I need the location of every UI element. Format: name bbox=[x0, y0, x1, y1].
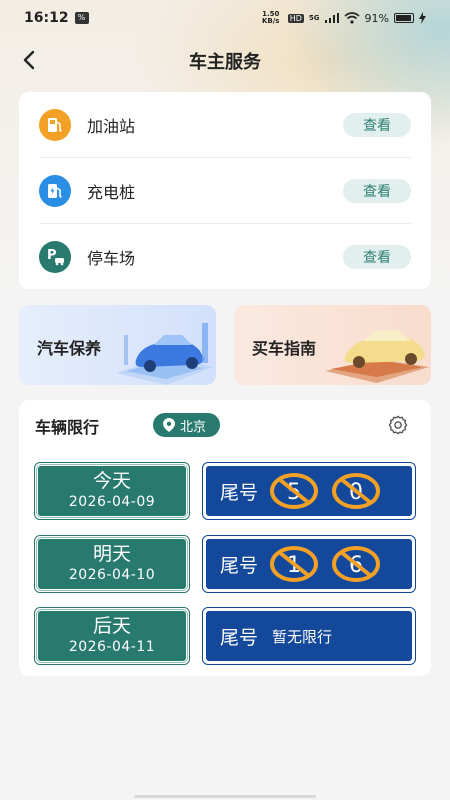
tail-plate-inner: 尾号 暂无限行 bbox=[205, 610, 413, 662]
status-bar: 16:12 % 1.50 KB/s HD 5G 91% bbox=[0, 0, 450, 36]
car-buying-guide-banner[interactable]: 买车指南 bbox=[234, 305, 431, 385]
home-indicator[interactable] bbox=[134, 795, 316, 798]
tomorrow-plate-inner: 明天 2026-04-10 bbox=[37, 538, 187, 590]
today-plate-inner: 今天 2026-04-09 bbox=[37, 465, 187, 517]
day-after-tomorrow-plate-inner: 后天 2026-04-11 bbox=[37, 610, 187, 662]
today-tail-plate: 尾号 5 0 bbox=[202, 462, 416, 520]
wifi-icon bbox=[344, 12, 360, 24]
service-row-parking[interactable]: P 停车场 查看 bbox=[39, 224, 411, 290]
day-after-tomorrow-tail-plate: 尾号 暂无限行 bbox=[202, 607, 416, 665]
signal-icon bbox=[324, 13, 339, 23]
service-label: 加油站 bbox=[87, 116, 136, 136]
city-selector[interactable]: 北京 bbox=[153, 413, 221, 437]
parking-icon: P bbox=[39, 241, 71, 273]
page-title: 车主服务 bbox=[189, 52, 261, 73]
car-maintenance-banner[interactable]: 汽车保养 bbox=[19, 305, 216, 385]
view-gas-station-button[interactable]: 查看 bbox=[343, 112, 411, 137]
tomorrow-plate: 明天 2026-04-10 bbox=[34, 535, 190, 593]
tail-label: 尾号 bbox=[220, 481, 259, 504]
location-pin-icon bbox=[163, 418, 175, 432]
service-label: 停车场 bbox=[87, 249, 136, 268]
network-speed: 1.50 KB/s bbox=[261, 10, 280, 25]
day-date: 2026-04-11 bbox=[68, 639, 156, 655]
day-name: 今天 bbox=[92, 470, 131, 492]
view-charging-pile-button[interactable]: 查看 bbox=[343, 178, 411, 203]
status-indicators: 1.50 KB/s HD 5G 91% bbox=[259, 11, 426, 25]
charging-icon bbox=[419, 12, 426, 24]
notification-icon: % bbox=[74, 12, 89, 24]
restricted-digit-icon: 1 bbox=[270, 546, 319, 582]
hd-icon: HD bbox=[287, 13, 304, 23]
car-maintenance-illustration-icon bbox=[116, 323, 214, 385]
today-plate: 今天 2026-04-09 bbox=[34, 462, 190, 520]
day-name: 明天 bbox=[92, 543, 131, 565]
navigation-bar: 车主服务 bbox=[0, 40, 450, 80]
services-card: 加油站 查看 充电桩 查看 P 停车场 查看 bbox=[19, 92, 431, 289]
gas-station-icon bbox=[39, 108, 71, 141]
day-name: 后天 bbox=[92, 615, 131, 637]
tail-label: 尾号 bbox=[220, 554, 259, 577]
network-type: 5G bbox=[308, 13, 320, 22]
traffic-restriction-card: 车辆限行 北京 今天 2026-04-09 尾号 5 0 bbox=[19, 400, 431, 676]
service-label: 充电桩 bbox=[87, 182, 136, 202]
view-parking-button[interactable]: 查看 bbox=[343, 245, 411, 269]
city-name: 北京 bbox=[180, 419, 207, 435]
tomorrow-tail-plate: 尾号 1 6 bbox=[202, 535, 416, 593]
restricted-digit-icon: 6 bbox=[332, 546, 381, 582]
battery-percent: 91% bbox=[364, 11, 389, 25]
tail-plate-inner: 尾号 1 6 bbox=[205, 538, 413, 590]
restricted-digit-icon: 0 bbox=[332, 473, 381, 509]
charging-pile-icon bbox=[39, 174, 71, 207]
banner-label: 买车指南 bbox=[252, 339, 317, 358]
day-date: 2026-04-10 bbox=[68, 567, 156, 583]
banner-label: 汽车保养 bbox=[37, 339, 102, 358]
restriction-title: 车辆限行 bbox=[35, 418, 100, 437]
no-restriction-text: 暂无限行 bbox=[272, 627, 333, 646]
tail-plate-inner: 尾号 5 0 bbox=[205, 465, 413, 517]
car-buying-illustration-icon bbox=[325, 330, 429, 383]
tail-label: 尾号 bbox=[220, 626, 259, 649]
day-after-tomorrow-plate: 后天 2026-04-11 bbox=[34, 607, 190, 665]
status-time: 16:12 bbox=[24, 10, 69, 26]
settings-gear-icon[interactable] bbox=[387, 414, 409, 436]
service-row-charging-pile[interactable]: 充电桩 查看 bbox=[39, 158, 411, 224]
battery-icon bbox=[394, 13, 414, 23]
day-date: 2026-04-09 bbox=[68, 494, 156, 510]
service-row-gas-station[interactable]: 加油站 查看 bbox=[39, 92, 411, 158]
restricted-digit-icon: 5 bbox=[270, 473, 319, 509]
